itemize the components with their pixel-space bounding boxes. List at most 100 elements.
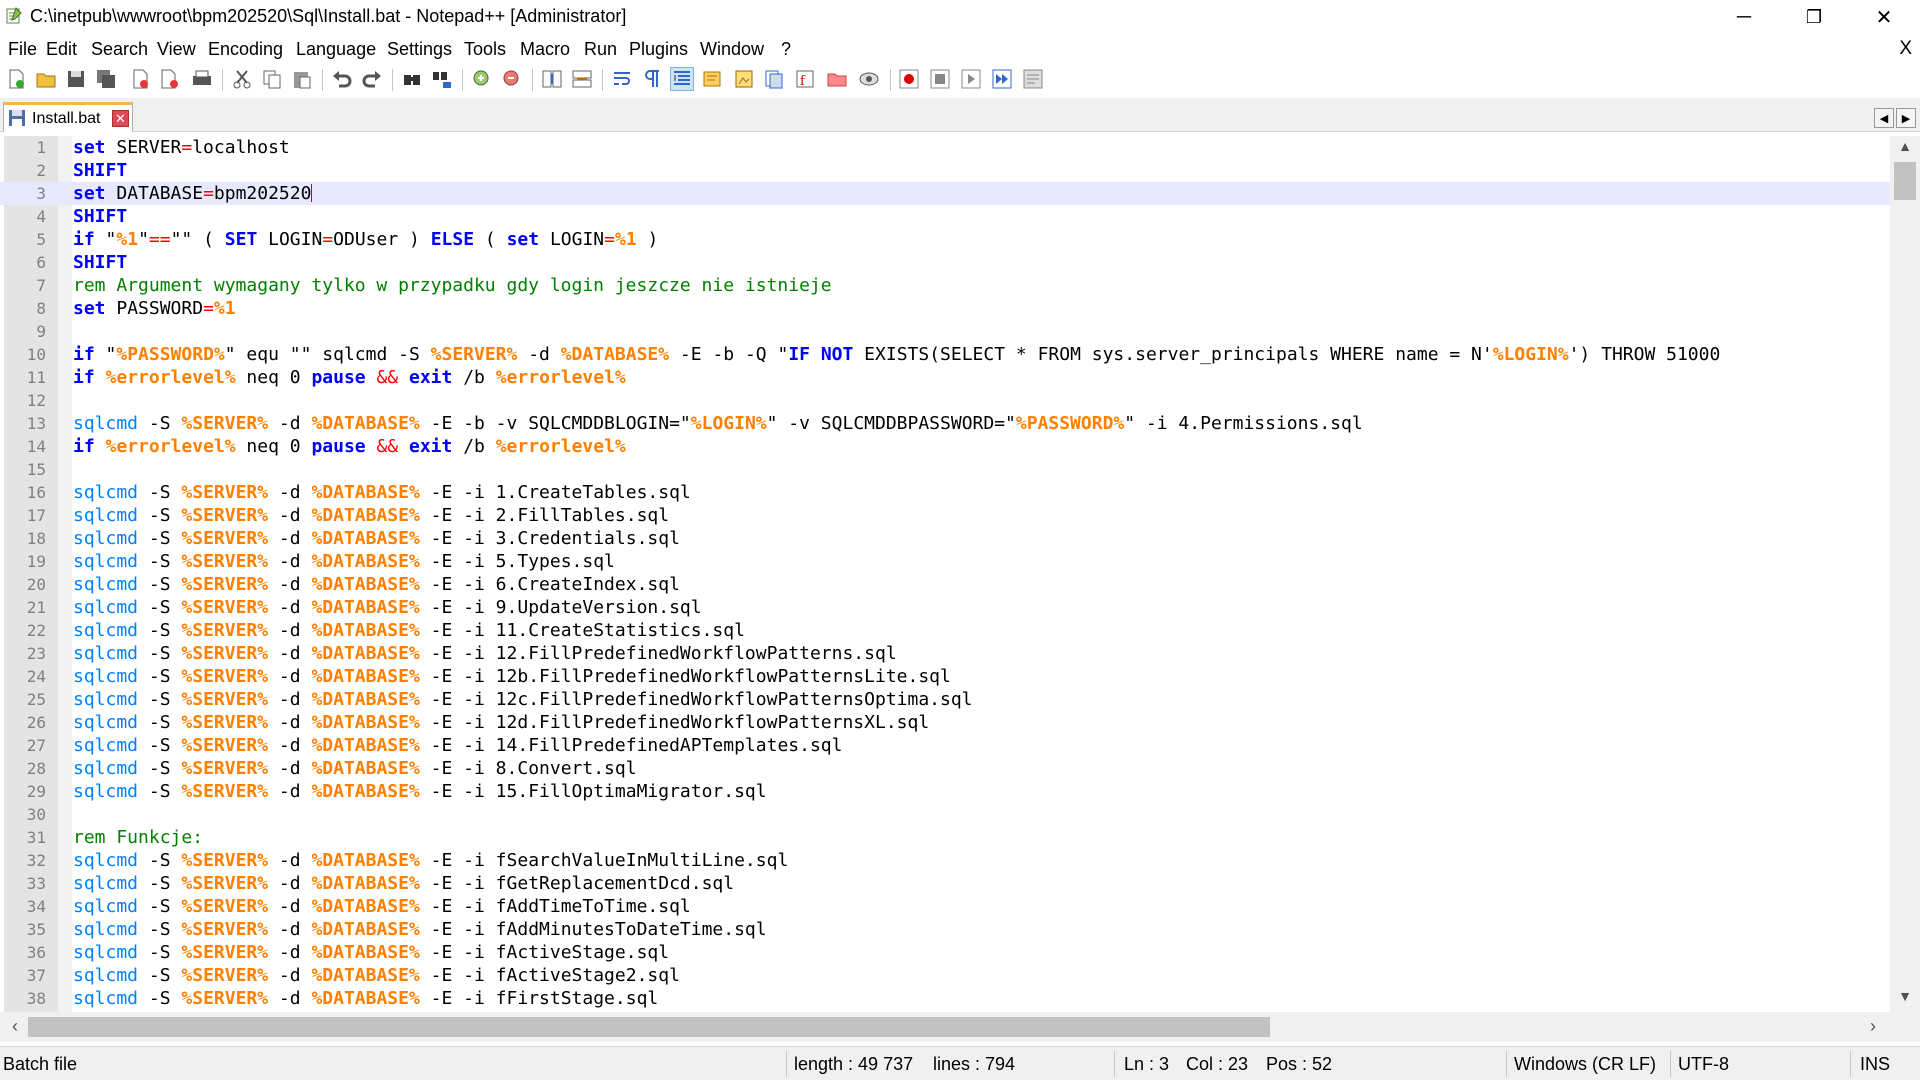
code-line[interactable]: 18 sqlcmd -S %SERVER% -d %DATABASE% -E -i… bbox=[0, 527, 1890, 550]
document-map-icon[interactable] bbox=[732, 67, 756, 91]
code-line[interactable]: 13 sqlcmd -S %SERVER% -d %DATABASE% -E -b… bbox=[0, 412, 1890, 435]
close-document-button[interactable]: X bbox=[1899, 38, 1912, 60]
code-line[interactable]: 16 sqlcmd -S %SERVER% -d %DATABASE% -E -i… bbox=[0, 481, 1890, 504]
close-all-icon[interactable] bbox=[158, 67, 182, 91]
code-line[interactable]: 8 set PASSWORD=%1 bbox=[0, 297, 1890, 320]
undo-icon[interactable] bbox=[330, 67, 354, 91]
close-file-icon[interactable] bbox=[128, 67, 152, 91]
vertical-scrollbar[interactable]: ▲ ▼ bbox=[1890, 136, 1920, 1012]
copy-icon[interactable] bbox=[260, 67, 284, 91]
code-line[interactable]: 23 sqlcmd -S %SERVER% -d %DATABASE% -E -i… bbox=[0, 642, 1890, 665]
code-line[interactable]: 2 SHIFT bbox=[0, 159, 1890, 182]
code-line[interactable]: 17 sqlcmd -S %SERVER% -d %DATABASE% -E -i… bbox=[0, 504, 1890, 527]
find-icon[interactable] bbox=[400, 67, 424, 91]
menu-encoding[interactable]: Encoding bbox=[208, 39, 283, 60]
code-line[interactable]: 29 sqlcmd -S %SERVER% -d %DATABASE% -E -i… bbox=[0, 780, 1890, 803]
code-line[interactable]: 35 sqlcmd -S %SERVER% -d %DATABASE% -E -i… bbox=[0, 918, 1890, 941]
monitoring-icon[interactable] bbox=[857, 67, 881, 91]
horizontal-scroll-thumb[interactable] bbox=[28, 1017, 1270, 1037]
open-file-icon[interactable] bbox=[34, 67, 58, 91]
code-line[interactable]: 4 SHIFT bbox=[0, 205, 1890, 228]
scroll-left-icon[interactable]: ‹ bbox=[4, 1016, 26, 1037]
menu-run[interactable]: Run bbox=[584, 39, 617, 60]
code-line[interactable]: 20 sqlcmd -S %SERVER% -d %DATABASE% -E -i… bbox=[0, 573, 1890, 596]
record-macro-icon[interactable] bbox=[897, 67, 921, 91]
vertical-scroll-thumb[interactable] bbox=[1894, 162, 1916, 200]
code-line[interactable]: 37 sqlcmd -S %SERVER% -d %DATABASE% -E -i… bbox=[0, 964, 1890, 987]
code-line[interactable]: 15 bbox=[0, 458, 1890, 481]
document-list-icon[interactable] bbox=[762, 67, 786, 91]
folder-as-workspace-icon[interactable] bbox=[825, 67, 849, 91]
menu-language[interactable]: Language bbox=[296, 39, 376, 60]
code-line[interactable]: 9 bbox=[0, 320, 1890, 343]
indent-guide-icon[interactable] bbox=[670, 67, 694, 91]
playback-macro-icon[interactable] bbox=[959, 67, 983, 91]
code-line[interactable]: 25 sqlcmd -S %SERVER% -d %DATABASE% -E -i… bbox=[0, 688, 1890, 711]
code-line[interactable]: 1 set SERVER=localhost bbox=[0, 136, 1890, 159]
user-defined-language-icon[interactable] bbox=[700, 67, 724, 91]
code-line[interactable]: 5 if "%1"=="" ( SET LOGIN=ODUser ) ELSE (… bbox=[0, 228, 1890, 251]
save-icon[interactable] bbox=[64, 67, 88, 91]
word-wrap-icon[interactable] bbox=[610, 67, 634, 91]
code-line[interactable]: 33 sqlcmd -S %SERVER% -d %DATABASE% -E -i… bbox=[0, 872, 1890, 895]
code-line[interactable]: 11 if %errorlevel% neq 0 pause && exit /b… bbox=[0, 366, 1890, 389]
editor[interactable]: 1 set SERVER=localhost 2 SHIFT 3 set DATABASE… bbox=[0, 136, 1890, 1012]
code-line[interactable]: 36 sqlcmd -S %SERVER% -d %DATABASE% -E -i… bbox=[0, 941, 1890, 964]
code-line[interactable]: 7 rem Argument wymagany tylko w przypadku… bbox=[0, 274, 1890, 297]
scroll-up-icon[interactable]: ▲ bbox=[1890, 138, 1920, 160]
code-line[interactable]: 19 sqlcmd -S %SERVER% -d %DATABASE% -E -i… bbox=[0, 550, 1890, 573]
menu-settings[interactable]: Settings bbox=[387, 39, 452, 60]
code-line[interactable]: 34 sqlcmd -S %SERVER% -d %DATABASE% -E -i… bbox=[0, 895, 1890, 918]
code-line[interactable]: 38 sqlcmd -S %SERVER% -d %DATABASE% -E -i… bbox=[0, 987, 1890, 1010]
code-line[interactable]: 27 sqlcmd -S %SERVER% -d %DATABASE% -E -i… bbox=[0, 734, 1890, 757]
code-line[interactable]: 10 if "%PASSWORD%" equ "" sqlcmd -S %SERV… bbox=[0, 343, 1890, 366]
cut-icon[interactable] bbox=[230, 67, 254, 91]
paste-icon[interactable] bbox=[290, 67, 314, 91]
horizontal-scrollbar[interactable]: ‹ › bbox=[0, 1012, 1890, 1042]
menu-search[interactable]: Search bbox=[91, 39, 148, 60]
tab-scroll-left-button[interactable]: ◀ bbox=[1874, 108, 1894, 128]
menu-help[interactable]: ? bbox=[781, 39, 791, 60]
code-line[interactable]: 12 bbox=[0, 389, 1890, 412]
code-line[interactable]: 24 sqlcmd -S %SERVER% -d %DATABASE% -E -i… bbox=[0, 665, 1890, 688]
tab-close-button[interactable]: ✕ bbox=[112, 110, 129, 127]
replace-icon[interactable] bbox=[430, 67, 454, 91]
stop-recording-icon[interactable] bbox=[928, 67, 952, 91]
tab-install-bat[interactable]: Install.bat ✕ bbox=[3, 102, 133, 132]
save-all-icon[interactable] bbox=[94, 67, 118, 91]
code-line[interactable]: 3 set DATABASE=bpm202520 bbox=[0, 182, 1890, 205]
print-icon[interactable] bbox=[190, 67, 214, 91]
show-all-characters-icon[interactable] bbox=[640, 67, 664, 91]
code-line[interactable]: 21 sqlcmd -S %SERVER% -d %DATABASE% -E -i… bbox=[0, 596, 1890, 619]
menu-tools[interactable]: Tools bbox=[464, 39, 506, 60]
code-line[interactable]: 28 sqlcmd -S %SERVER% -d %DATABASE% -E -i… bbox=[0, 757, 1890, 780]
restore-button[interactable]: ❐ bbox=[1779, 0, 1849, 34]
save-macro-icon[interactable] bbox=[1021, 67, 1045, 91]
menu-edit[interactable]: Edit bbox=[46, 39, 77, 60]
menu-file[interactable]: File bbox=[8, 39, 37, 60]
minimize-button[interactable]: ─ bbox=[1709, 0, 1779, 34]
tab-scroll-right-button[interactable]: ▶ bbox=[1896, 108, 1916, 128]
close-window-button[interactable]: ✕ bbox=[1849, 0, 1919, 34]
code-line[interactable]: 32 sqlcmd -S %SERVER% -d %DATABASE% -E -i… bbox=[0, 849, 1890, 872]
new-file-icon[interactable] bbox=[4, 67, 28, 91]
zoom-in-icon[interactable] bbox=[470, 67, 494, 91]
code-line[interactable]: 26 sqlcmd -S %SERVER% -d %DATABASE% -E -i… bbox=[0, 711, 1890, 734]
code-line[interactable]: 14 if %errorlevel% neq 0 pause && exit /b… bbox=[0, 435, 1890, 458]
menu-macro[interactable]: Macro bbox=[520, 39, 570, 60]
menu-window[interactable]: Window bbox=[700, 39, 764, 60]
zoom-out-icon[interactable] bbox=[500, 67, 524, 91]
scroll-down-icon[interactable]: ▼ bbox=[1890, 988, 1920, 1010]
redo-icon[interactable] bbox=[360, 67, 384, 91]
code-line[interactable]: 30 bbox=[0, 803, 1890, 826]
code-line[interactable]: 6 SHIFT bbox=[0, 251, 1890, 274]
sync-horizontal-icon[interactable] bbox=[570, 67, 594, 91]
sync-vertical-icon[interactable] bbox=[540, 67, 564, 91]
code-line[interactable]: 31 rem Funkcje: bbox=[0, 826, 1890, 849]
scroll-right-icon[interactable]: › bbox=[1862, 1016, 1884, 1037]
function-list-icon[interactable]: f bbox=[793, 67, 817, 91]
menu-view[interactable]: View bbox=[157, 39, 196, 60]
code-line[interactable]: 22 sqlcmd -S %SERVER% -d %DATABASE% -E -i… bbox=[0, 619, 1890, 642]
run-macro-multiple-icon[interactable] bbox=[990, 67, 1014, 91]
menu-plugins[interactable]: Plugins bbox=[629, 39, 688, 60]
